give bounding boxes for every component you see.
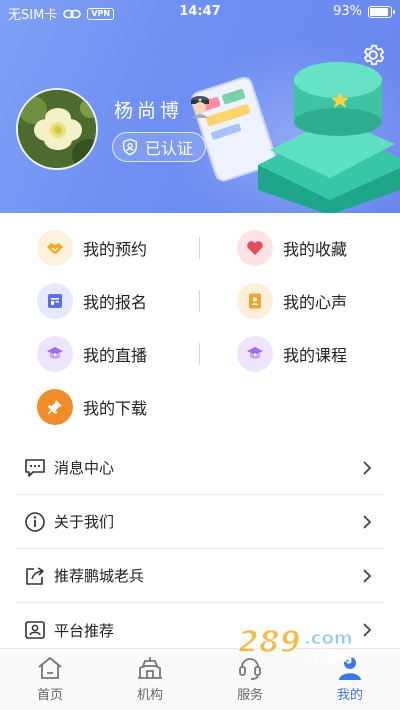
tab-label: 我的: [336, 688, 363, 703]
graduation-icon: [37, 336, 73, 372]
verified-badge: 已认证: [112, 132, 207, 162]
divider: [199, 343, 200, 365]
home-icon: [38, 657, 62, 679]
svg-text:.com: .com: [304, 628, 353, 649]
tab-institutions[interactable]: 机构: [100, 649, 200, 710]
notebook-icon: [237, 283, 273, 319]
menu-label: 推荐鹏城老兵: [54, 567, 145, 585]
tab-label: 机构: [136, 688, 163, 703]
avatar[interactable]: [16, 88, 98, 170]
feature-my-voice[interactable]: 我的心声: [237, 279, 347, 323]
battery-percent: 93%: [333, 4, 362, 19]
menu-label: 平台推荐: [54, 621, 115, 640]
feature-label: 我的心声: [283, 293, 348, 312]
feature-my-favorites[interactable]: 我的收藏: [237, 226, 347, 270]
info-icon: [25, 511, 45, 532]
avatar-flower-image: [18, 90, 96, 168]
profile-header: 无SIM卡 VPN 14:47 93% 杨尚博 已认证: [0, 0, 400, 213]
feature-my-registrations[interactable]: 我的报名: [37, 279, 147, 323]
chevron-right-icon: [363, 461, 372, 475]
pin-icon: [37, 389, 73, 425]
handshake-icon: [37, 230, 73, 266]
feature-label: 我的直播: [83, 346, 148, 365]
gear-icon: [364, 44, 385, 66]
feature-label: 我的收藏: [283, 240, 348, 259]
form-icon: [37, 283, 73, 319]
menu-item-about-us[interactable]: 关于我们: [16, 495, 384, 549]
tab-label: 首页: [36, 688, 63, 703]
battery-icon: [368, 5, 395, 18]
svg-text:手游网: 手游网: [310, 649, 352, 666]
tab-label: 服务: [236, 688, 263, 703]
graduation-icon: [237, 336, 273, 372]
status-bar: 无SIM卡 VPN 14:47 93%: [0, 0, 400, 24]
feature-my-courses[interactable]: 我的课程: [237, 332, 347, 376]
menu-label: 关于我们: [54, 513, 115, 531]
feature-label: 我的下载: [83, 399, 148, 418]
settings-button[interactable]: [360, 42, 386, 68]
svg-text:289: 289: [238, 625, 301, 660]
verified-label: 已认证: [145, 139, 194, 158]
site-watermark-logo: 289 .com 手游网: [237, 624, 353, 666]
id-card-icon: [25, 621, 45, 639]
soldier-badge-icon: [191, 96, 209, 118]
feature-label: 我的报名: [83, 293, 148, 312]
chevron-right-icon: [363, 569, 372, 583]
menu-item-message-center[interactable]: 消息中心: [16, 441, 384, 495]
share-icon: [26, 566, 44, 585]
feature-label: 我的预约: [83, 240, 148, 259]
menu-item-recommend[interactable]: 推荐鹏城老兵: [16, 549, 384, 603]
user-name: 杨尚博: [114, 100, 184, 122]
feature-my-live[interactable]: 我的直播: [37, 332, 147, 376]
building-icon: [138, 657, 162, 679]
chevron-right-icon: [363, 515, 372, 529]
menu-label: 消息中心: [54, 459, 115, 477]
heart-icon: [237, 230, 273, 266]
shield-user-icon: [123, 138, 137, 156]
message-icon: [25, 458, 45, 477]
divider: [199, 290, 200, 312]
tab-home[interactable]: 首页: [0, 649, 100, 710]
feature-my-appointments[interactable]: 我的预约: [37, 226, 147, 270]
divider: [199, 237, 200, 259]
feature-label: 我的课程: [283, 346, 348, 365]
feature-my-downloads[interactable]: 我的下载: [37, 385, 147, 429]
